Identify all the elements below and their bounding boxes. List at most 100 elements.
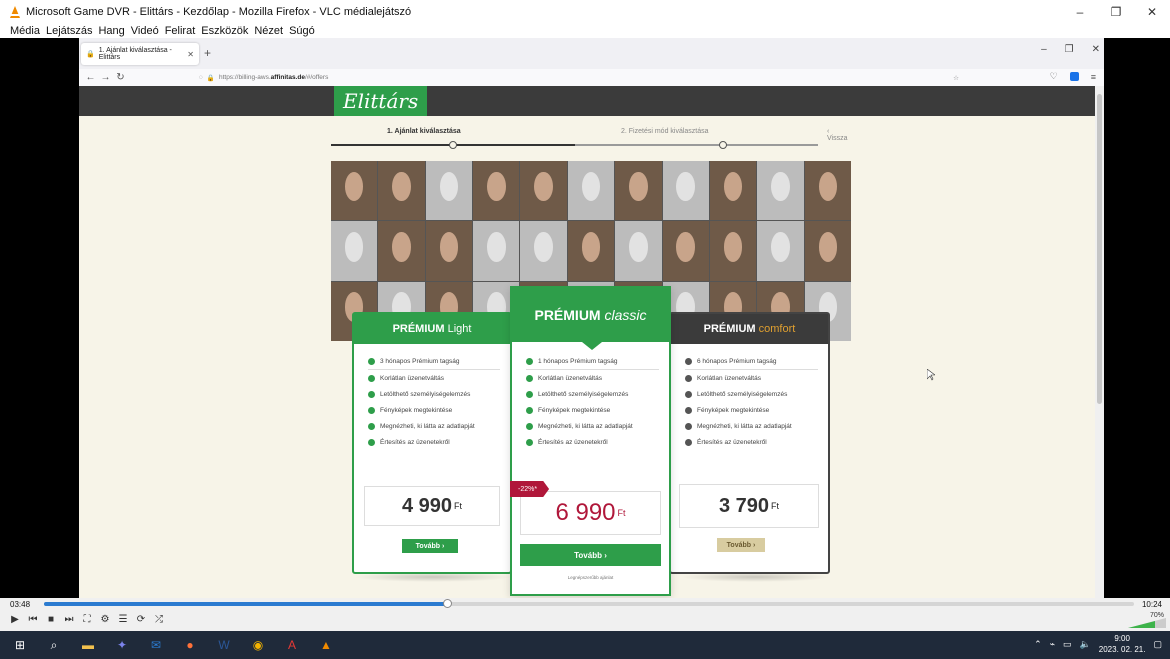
menu-video[interactable]: Videó bbox=[131, 25, 159, 37]
word-icon[interactable]: W bbox=[214, 635, 234, 655]
pocket-shield-icon[interactable]: ♡ bbox=[1050, 71, 1058, 82]
seek-progress bbox=[44, 602, 448, 606]
plan-card-comfort: PRÉMIUM comfort 6 hónapos Prémium tagság… bbox=[669, 312, 830, 574]
member-photo bbox=[804, 221, 851, 281]
site-logo[interactable]: Elittárs bbox=[334, 86, 428, 116]
member-photo bbox=[567, 161, 615, 221]
search-icon[interactable]: ⌕ bbox=[44, 635, 64, 655]
feature-item: Korlátlan üzenetváltás bbox=[685, 370, 818, 386]
progress-steps: 1. Ajánlat kiválasztása 2. Fizetési mód … bbox=[331, 128, 851, 158]
menu-view[interactable]: Nézet bbox=[254, 25, 283, 37]
member-photo bbox=[331, 161, 378, 221]
teams-icon[interactable]: ✦ bbox=[112, 635, 132, 655]
page-scrollbar[interactable] bbox=[1095, 86, 1104, 598]
menu-media[interactable]: Média bbox=[10, 25, 40, 37]
currency-classic: Ft bbox=[617, 508, 626, 518]
window-title: Microsoft Game DVR - Elittárs - Kezdőlap… bbox=[26, 5, 412, 18]
account-icon[interactable] bbox=[1069, 72, 1079, 81]
menu-playback[interactable]: Lejátszás bbox=[46, 25, 92, 37]
step-2-dot bbox=[719, 141, 727, 149]
maximize-button[interactable]: ❐ bbox=[1098, 0, 1134, 23]
check-icon bbox=[685, 374, 692, 382]
start-windows-icon[interactable]: ⊞ bbox=[10, 635, 30, 655]
play-icon[interactable]: ▶ bbox=[10, 614, 20, 625]
menu-subtitle[interactable]: Felirat bbox=[165, 25, 196, 37]
feature-item: Korlátlan üzenetváltás bbox=[526, 370, 659, 386]
speaker-icon[interactable]: 🔈 bbox=[1080, 639, 1091, 650]
feature-item: Megnézheti, ki látta az adatlapját bbox=[685, 418, 818, 434]
browser-tab[interactable]: 🔒 1. Ajánlat kiválasztása - Elittárs ✕ bbox=[81, 43, 199, 65]
next-icon[interactable]: ⏭ bbox=[64, 614, 74, 625]
firefox-icon[interactable]: ● bbox=[180, 635, 200, 655]
member-photo bbox=[425, 161, 473, 221]
chrome-icon[interactable]: ◉ bbox=[248, 635, 268, 655]
feature-list-light: 3 hónapos Prémium tagság Korlátlan üzene… bbox=[354, 344, 510, 450]
continue-button-light[interactable]: Tovább › bbox=[402, 539, 458, 553]
seek-bar[interactable] bbox=[44, 599, 1134, 608]
ff-minimize-button[interactable]: – bbox=[1041, 44, 1047, 55]
menu-help[interactable]: Súgó bbox=[289, 25, 315, 37]
shuffle-icon[interactable]: ⤮ bbox=[154, 614, 164, 625]
check-icon bbox=[526, 438, 533, 446]
feature-item: 6 hónapos Prémium tagság bbox=[685, 354, 818, 370]
plan-title-classic: PRÉMIUM classic bbox=[512, 288, 669, 350]
vlc-taskbar-icon[interactable]: ▲ bbox=[316, 635, 336, 655]
menu-audio[interactable]: Hang bbox=[98, 25, 124, 37]
feature-item: Fényképek megtekintése bbox=[685, 402, 818, 418]
fullscreen-icon[interactable]: ⛶ bbox=[82, 614, 92, 625]
url-bar[interactable]: ◌ 🔒 https://billing-aws.affinitas.de/#/o… bbox=[199, 71, 959, 84]
menu-tools[interactable]: Eszközök bbox=[201, 25, 248, 37]
reload-icon[interactable]: ↻ bbox=[113, 72, 128, 83]
playlist-icon[interactable]: ☰ bbox=[118, 614, 128, 625]
price-classic: 6 990 bbox=[555, 499, 616, 526]
close-button[interactable]: ✕ bbox=[1134, 0, 1170, 23]
previous-icon[interactable]: ⏮ bbox=[28, 614, 38, 625]
acrobat-icon[interactable]: A bbox=[282, 635, 302, 655]
member-photo bbox=[615, 161, 662, 221]
network-icon[interactable]: ⌁ bbox=[1050, 639, 1055, 650]
web-page: Elittárs 1. Ajánlat kiválasztása 2. Fize… bbox=[79, 86, 1095, 598]
file-explorer-icon[interactable]: ▬ bbox=[78, 635, 98, 655]
site-header bbox=[79, 86, 1095, 116]
continue-button-classic[interactable]: Tovább › bbox=[520, 544, 661, 566]
member-photo bbox=[757, 161, 804, 221]
feature-item: Értesítés az üzenetekről bbox=[368, 434, 500, 450]
mouse-cursor-icon bbox=[927, 369, 935, 381]
stop-icon[interactable]: ■ bbox=[46, 614, 56, 625]
member-photo bbox=[567, 221, 615, 281]
tab-close-icon[interactable]: ✕ bbox=[187, 50, 194, 59]
seek-handle[interactable] bbox=[443, 599, 453, 608]
vlc-cone-icon bbox=[8, 5, 22, 19]
step-1-dot bbox=[449, 141, 457, 149]
feature-item: Értesítés az üzenetekről bbox=[526, 434, 659, 450]
monitor-icon[interactable]: ▭ bbox=[1063, 639, 1072, 650]
url-path: /#/offers bbox=[304, 74, 329, 81]
check-icon bbox=[685, 406, 692, 414]
outlook-icon[interactable]: ✉ bbox=[146, 635, 166, 655]
tray-chevron-icon[interactable]: ⌃ bbox=[1034, 639, 1042, 650]
feature-item: 1 hónapos Prémium tagság bbox=[526, 354, 659, 370]
most-popular-note: Legnépszerűbb ajánlat bbox=[567, 575, 614, 580]
notification-icon[interactable]: ▢ bbox=[1153, 639, 1162, 650]
back-arrow-icon[interactable]: ← bbox=[83, 72, 98, 83]
feature-item: Megnézheti, ki látta az adatlapját bbox=[526, 418, 659, 434]
extended-settings-icon[interactable]: ⚙ bbox=[100, 614, 110, 625]
ff-close-button[interactable]: ✕ bbox=[1092, 44, 1100, 55]
total-time: 10:24 bbox=[1141, 600, 1162, 609]
menu-icon[interactable]: ≡ bbox=[1091, 72, 1096, 82]
ff-maximize-button[interactable]: ❐ bbox=[1065, 44, 1074, 55]
clock[interactable]: 9:00 2023. 02. 21. bbox=[1099, 633, 1146, 655]
scrollbar-thumb[interactable] bbox=[1097, 94, 1102, 404]
minimize-button[interactable]: – bbox=[1062, 0, 1098, 23]
loop-icon[interactable]: ⟳ bbox=[136, 614, 146, 625]
volume-slider[interactable]: 70% bbox=[1126, 612, 1166, 628]
step-line-inactive bbox=[575, 144, 818, 146]
feature-item: Megnézheti, ki látta az adatlapját bbox=[368, 418, 500, 434]
check-icon bbox=[526, 422, 533, 430]
bookmark-star-icon[interactable]: ☆ bbox=[953, 74, 959, 82]
back-link[interactable]: ‹ Vissza bbox=[827, 128, 851, 142]
forward-arrow-icon[interactable]: → bbox=[98, 72, 113, 83]
price-box-comfort: 3 790 Ft bbox=[679, 484, 819, 528]
continue-button-comfort[interactable]: Tovább › bbox=[717, 538, 765, 552]
new-tab-icon[interactable]: + bbox=[204, 46, 211, 60]
